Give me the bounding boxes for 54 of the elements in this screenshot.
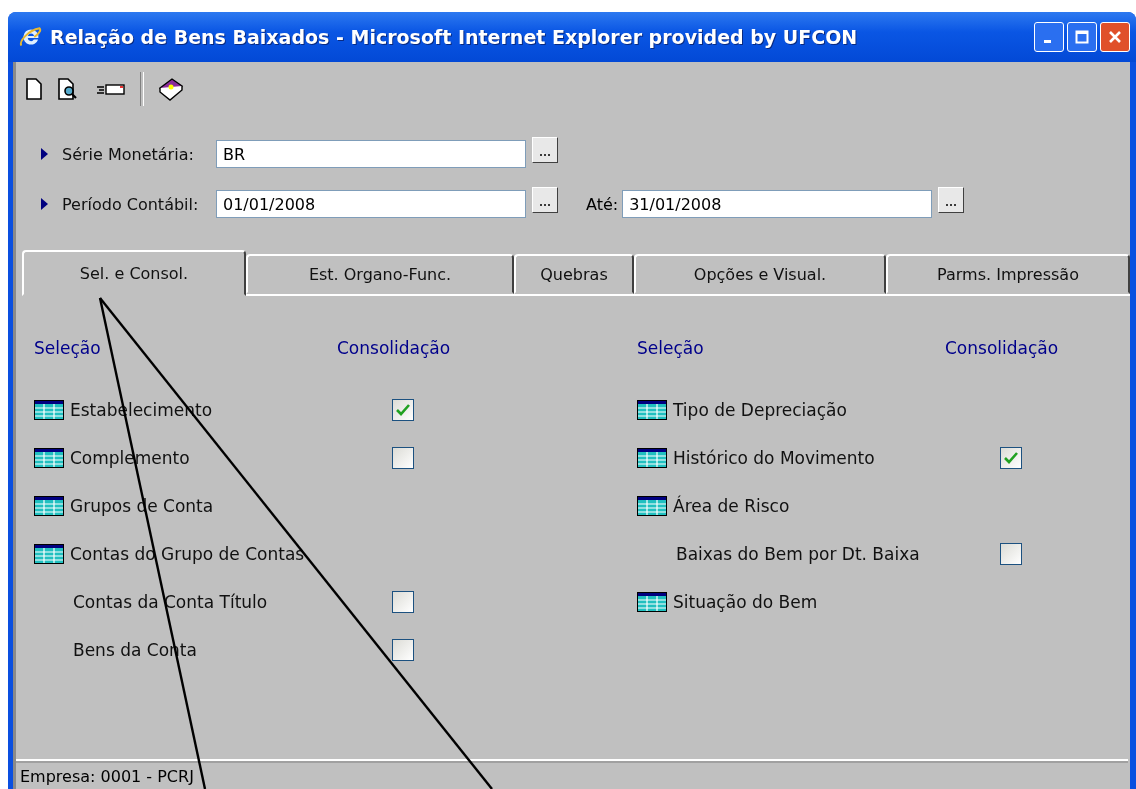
option-label: Situação do Bem [673,592,818,612]
option-label: Baixas do Bem por Dt. Baixa [676,544,920,564]
status-text: Empresa: 0001 - PCRJ [20,766,194,786]
close-button[interactable] [1100,22,1130,52]
help-book-icon[interactable] [156,76,186,102]
table-icon[interactable] [34,448,64,468]
field-label: Período Contábil: [62,194,200,214]
table-icon[interactable] [637,496,667,516]
ellipsis-icon[interactable] [539,153,551,157]
bullet-arrow-icon [41,148,48,160]
tab[interactable]: Est. Organo-Func. [246,254,514,294]
input-field[interactable]: BR [216,140,526,168]
table-icon[interactable] [34,544,64,564]
checkbox[interactable] [392,639,414,661]
field-label: Série Monetária: [62,144,195,164]
checkbox[interactable] [1000,543,1022,565]
tab[interactable]: Quebras [514,254,634,294]
input-field[interactable]: 01/01/2008 [216,190,526,218]
option-label: Histórico do Movimento [673,448,875,468]
table-icon[interactable] [637,448,667,468]
table-icon[interactable] [637,592,667,612]
bullet-arrow-icon [41,198,48,210]
checkbox[interactable] [1000,447,1022,469]
ellipsis-icon[interactable] [539,203,551,207]
column-heading: Consolidação [945,338,1060,360]
tab[interactable]: Opções e Visual. [634,254,886,294]
table-icon[interactable] [34,400,64,420]
table-icon[interactable] [637,400,667,420]
ellipsis-icon[interactable] [945,203,958,207]
checkbox[interactable] [392,399,414,421]
lookup-button[interactable] [532,137,558,163]
check-mark-icon [1004,452,1018,464]
option-label: Tipo de Depreciação [673,400,847,420]
minimize-button[interactable] [1034,22,1064,52]
input-field[interactable]: 31/01/2008 [622,190,933,218]
column-heading: Seleção [637,338,705,360]
tab[interactable]: Sel. e Consol. [22,250,246,296]
option-label: Área de Risco [673,496,790,516]
tab[interactable]: Parms. Impressão [886,254,1130,294]
window-title: Relação de Bens Baixados - Microsoft Internet Explorer provided by UFCON [50,26,859,48]
lookup-button[interactable] [532,187,558,213]
column-heading: Consolidação [337,338,452,360]
check-mark-icon [396,404,410,416]
maximize-button[interactable] [1067,22,1097,52]
table-icon[interactable] [34,496,64,516]
maximize-icon[interactable] [1074,29,1090,45]
checkbox[interactable] [392,591,414,613]
column-heading: Seleção [34,338,102,360]
checkbox[interactable] [392,447,414,469]
option-label: Contas da Conta Título [73,592,268,612]
close-icon[interactable] [1107,29,1123,45]
field-label: Até: [586,194,619,214]
lookup-button[interactable] [938,187,965,213]
blank-page-icon[interactable] [24,77,44,101]
